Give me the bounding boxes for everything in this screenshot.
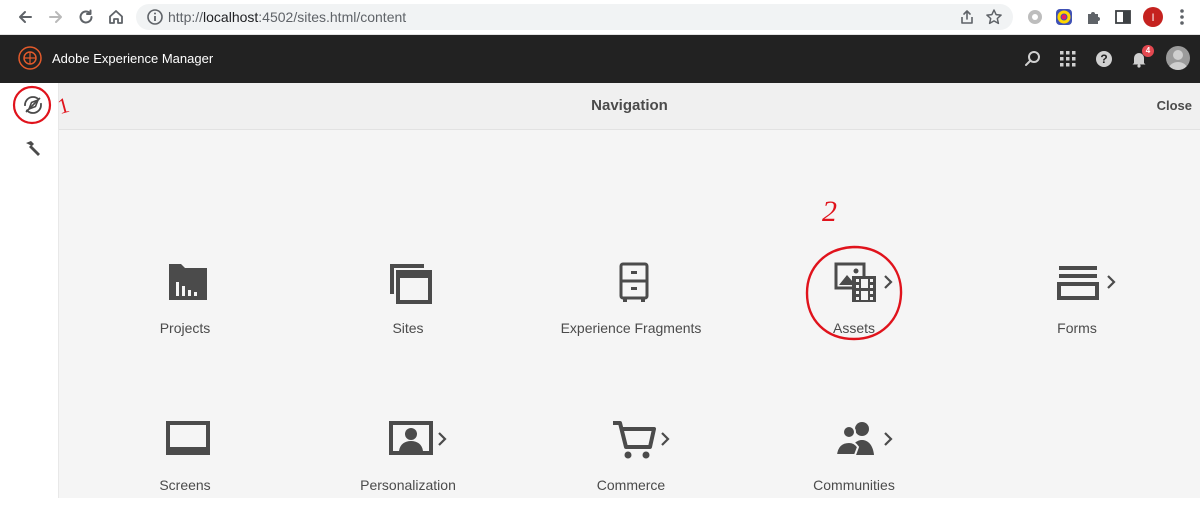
profile-avatar-icon[interactable]: I: [1142, 6, 1164, 28]
assets-media-icon: [834, 262, 876, 302]
commerce-cart-icon: [613, 421, 656, 459]
aem-logo-icon[interactable]: [18, 46, 42, 70]
url-host: localhost: [203, 9, 259, 25]
site-info-icon[interactable]: [146, 8, 164, 31]
side-panel-icon[interactable]: [1112, 6, 1134, 28]
experience-fragments-icon: [619, 262, 649, 302]
help-icon[interactable]: ?: [1093, 48, 1115, 70]
chevron-right-icon: [661, 432, 670, 446]
nav-tile-assets[interactable]: Assets: [754, 260, 954, 350]
browser-toolbar: http://localhost:4502/sites.html/content…: [0, 0, 1200, 35]
address-bar[interactable]: http://localhost:4502/sites.html/content: [136, 4, 1013, 30]
forms-icon: [1057, 266, 1099, 300]
personalization-icon: [389, 421, 433, 455]
bookmark-star-icon[interactable]: [985, 8, 1003, 31]
url-path: :4502/sites.html/content: [258, 9, 407, 25]
nav-tile-forms[interactable]: Forms: [977, 260, 1177, 350]
back-icon[interactable]: [13, 5, 37, 29]
url-scheme: http://: [168, 9, 204, 25]
nav-tile-personalization[interactable]: Personalization: [308, 417, 508, 507]
extension-globe-icon[interactable]: [1024, 6, 1046, 28]
navigation-compass-icon[interactable]: [21, 93, 45, 117]
navigation-bar: Navigation Close: [59, 83, 1200, 130]
chevron-right-icon: [884, 275, 893, 289]
nav-tile-sites[interactable]: Sites: [308, 260, 508, 350]
extension-color-icon[interactable]: [1053, 6, 1075, 28]
app-title[interactable]: Adobe Experience Manager: [52, 51, 213, 66]
chevron-right-icon: [1107, 275, 1116, 289]
nav-tile-label: Commerce: [596, 477, 666, 493]
nav-tile-label: Communities: [813, 477, 895, 493]
nav-tile-commerce[interactable]: Commerce: [531, 417, 731, 507]
solutions-grid-icon[interactable]: [1057, 48, 1079, 70]
nav-tile-experience-fragments[interactable]: Experience Fragments: [531, 260, 731, 350]
forward-icon[interactable]: [44, 5, 68, 29]
nav-tile-label: Experience Fragments: [560, 320, 702, 336]
search-icon[interactable]: [1022, 48, 1044, 70]
nav-tile-projects[interactable]: Projects: [85, 260, 285, 350]
chevron-right-icon: [438, 432, 447, 446]
nav-tile-label: Forms: [1057, 320, 1097, 336]
nav-tile-label: Sites: [392, 320, 424, 336]
nav-tile-label: Personalization: [360, 477, 456, 493]
sites-pages-icon: [390, 264, 432, 304]
extensions-puzzle-icon[interactable]: [1083, 6, 1105, 28]
browser-menu-icon[interactable]: [1171, 6, 1193, 28]
aem-header: Adobe Experience Manager ?: [0, 35, 1200, 83]
close-button[interactable]: Close: [1157, 98, 1192, 113]
url-text[interactable]: http://localhost:4502/sites.html/content: [168, 9, 406, 25]
reload-icon[interactable]: [74, 5, 98, 29]
user-avatar[interactable]: [1166, 46, 1190, 70]
screens-monitor-icon: [166, 421, 210, 455]
navigation-panel: Navigation Close Projects Sites Experien…: [59, 83, 1200, 498]
nav-tile-communities[interactable]: Communities: [754, 417, 954, 507]
chevron-right-icon: [884, 432, 893, 446]
nav-tile-screens[interactable]: Screens: [85, 417, 285, 507]
share-icon[interactable]: [958, 8, 976, 31]
nav-tile-label: Assets: [832, 320, 875, 336]
projects-folder-icon: [169, 264, 207, 300]
tools-hammer-icon[interactable]: [21, 137, 45, 161]
navigation-title: Navigation: [591, 97, 668, 114]
communities-people-icon: [834, 422, 874, 456]
svg-text:?: ?: [1100, 52, 1107, 66]
home-icon[interactable]: [104, 5, 128, 29]
profile-initial: I: [1151, 12, 1154, 24]
left-rail: [0, 83, 59, 498]
nav-tile-label: Screens: [159, 477, 211, 493]
notification-badge: 4: [1142, 45, 1154, 57]
nav-tile-label: Projects: [159, 320, 211, 336]
